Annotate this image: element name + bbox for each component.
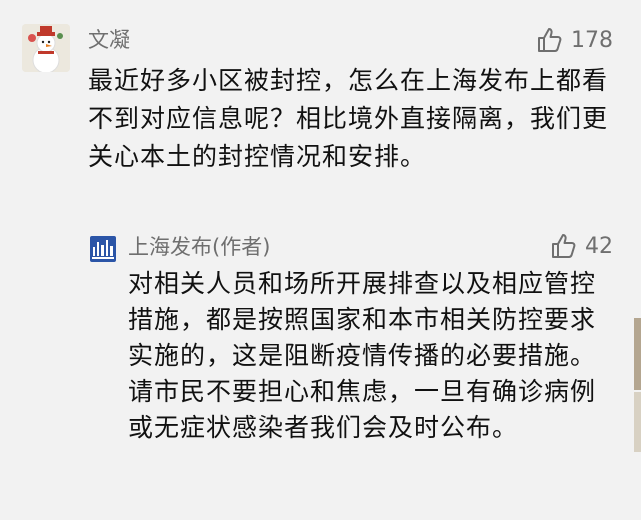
- reply-avatar[interactable]: [90, 236, 116, 262]
- thumbs-up-icon: [552, 234, 576, 258]
- comment-text: 最近好多小区被封控，怎么在上海发布上都看不到对应信息呢？相比境外直接隔离，我们更…: [88, 66, 609, 171]
- reply-username[interactable]: 上海发布(作者): [128, 231, 270, 261]
- avatar[interactable]: [22, 24, 70, 72]
- edge-image-fragment: [634, 318, 641, 390]
- comment-username[interactable]: 文凝: [88, 24, 130, 54]
- reply-text: 对相关人员和场所开展排查以及相应管控措施，都是按照国家和本市相关防控要求实施的，…: [128, 269, 597, 442]
- edge-image-fragment: [634, 392, 641, 452]
- thumbs-up-icon: [538, 28, 562, 52]
- reply-like-count: 42: [585, 233, 613, 259]
- comment-like-button[interactable]: 178: [535, 26, 613, 54]
- reply-like-button[interactable]: 42: [549, 232, 613, 260]
- snowman-avatar-icon: [22, 24, 70, 72]
- comment-like-count: 178: [571, 27, 613, 53]
- shanghai-fabu-logo-icon: [90, 236, 116, 262]
